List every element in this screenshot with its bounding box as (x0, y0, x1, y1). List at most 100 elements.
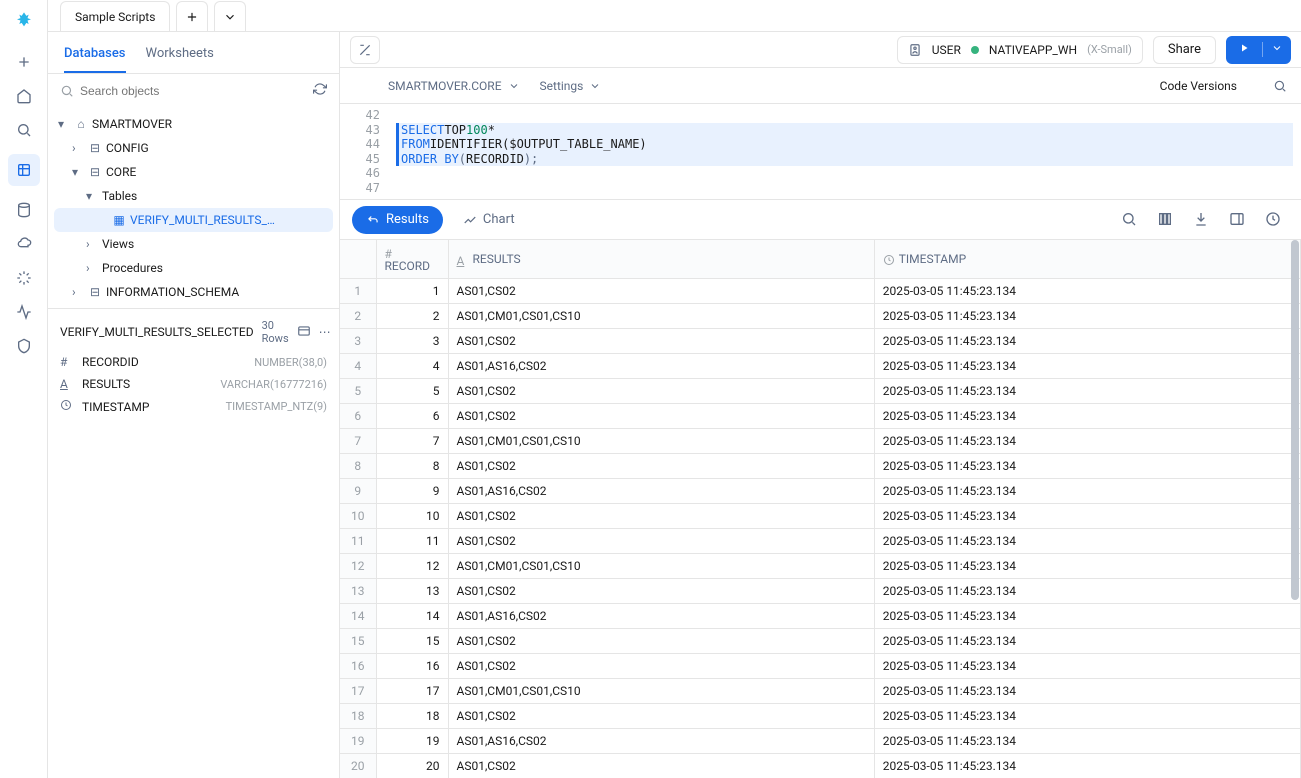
tree-node-table-selected[interactable]: ▦VERIFY_MULTI_RESULTS_SELECT... (54, 208, 333, 232)
table-row[interactable]: 1919AS01,AS16,CS022025-03-05 11:45:23.13… (340, 729, 1301, 754)
cell-record[interactable]: 8 (376, 454, 448, 479)
home-icon[interactable] (14, 86, 34, 106)
cell-results[interactable]: AS01,AS16,CS02 (448, 354, 874, 379)
cell-results[interactable]: AS01,CM01,CS01,CS10 (448, 304, 874, 329)
sidebar-tab-worksheets[interactable]: Worksheets (146, 46, 214, 73)
cell-results[interactable]: AS01,CS02 (448, 404, 874, 429)
columns-icon[interactable] (1157, 211, 1175, 229)
cell-record[interactable]: 4 (376, 354, 448, 379)
col-header-results[interactable]: ARESULTS (448, 240, 874, 279)
scrollbar[interactable] (1291, 240, 1299, 778)
tree-node-procedures[interactable]: ›Procedures (48, 256, 339, 280)
cell-results[interactable]: AS01,CS02 (448, 279, 874, 304)
cell-record[interactable]: 12 (376, 554, 448, 579)
table-row[interactable]: 99AS01,AS16,CS022025-03-05 11:45:23.134 (340, 479, 1301, 504)
panel-icon[interactable] (1229, 211, 1247, 229)
context-database[interactable]: SMARTMOVER.CORE (388, 79, 520, 93)
table-row[interactable]: 11AS01,CS022025-03-05 11:45:23.134 (340, 279, 1301, 304)
cell-timestamp[interactable]: 2025-03-05 11:45:23.134 (874, 654, 1300, 679)
cell-results[interactable]: AS01,CS02 (448, 454, 874, 479)
table-row[interactable]: 44AS01,AS16,CS022025-03-05 11:45:23.134 (340, 354, 1301, 379)
cell-timestamp[interactable]: 2025-03-05 11:45:23.134 (874, 579, 1300, 604)
cell-results[interactable]: AS01,CM01,CS01,CS10 (448, 429, 874, 454)
table-row[interactable]: 1313AS01,CS022025-03-05 11:45:23.134 (340, 579, 1301, 604)
cell-timestamp[interactable]: 2025-03-05 11:45:23.134 (874, 604, 1300, 629)
col-header-record[interactable]: #RECORD (376, 240, 448, 279)
col-header-timestamp[interactable]: TIMESTAMP (874, 240, 1300, 279)
cell-timestamp[interactable]: 2025-03-05 11:45:23.134 (874, 629, 1300, 654)
cell-timestamp[interactable]: 2025-03-05 11:45:23.134 (874, 279, 1300, 304)
cell-record[interactable]: 19 (376, 729, 448, 754)
cell-timestamp[interactable]: 2025-03-05 11:45:23.134 (874, 354, 1300, 379)
cell-results[interactable]: AS01,CM01,CS01,CS10 (448, 679, 874, 704)
cell-results[interactable]: AS01,CS02 (448, 754, 874, 778)
results-tab[interactable]: Results (352, 206, 443, 234)
cloud-icon[interactable] (14, 234, 34, 254)
cell-record[interactable]: 2 (376, 304, 448, 329)
cell-record[interactable]: 11 (376, 529, 448, 554)
cell-results[interactable]: AS01,CS02 (448, 579, 874, 604)
settings-button[interactable] (350, 36, 380, 64)
table-row[interactable]: 66AS01,CS022025-03-05 11:45:23.134 (340, 404, 1301, 429)
column-row[interactable]: ARESULTSVARCHAR(16777216) (60, 373, 327, 395)
database-icon[interactable] (14, 200, 34, 220)
cell-timestamp[interactable]: 2025-03-05 11:45:23.134 (874, 404, 1300, 429)
shield-icon[interactable] (14, 336, 34, 356)
cell-timestamp[interactable]: 2025-03-05 11:45:23.134 (874, 529, 1300, 554)
table-row[interactable]: 1717AS01,CM01,CS01,CS102025-03-05 11:45:… (340, 679, 1301, 704)
cell-record[interactable]: 9 (376, 479, 448, 504)
cell-results[interactable]: AS01,AS16,CS02 (448, 729, 874, 754)
run-button[interactable] (1226, 36, 1291, 64)
cell-record[interactable]: 1 (376, 279, 448, 304)
tree-node-tables[interactable]: ▾Tables (48, 184, 339, 208)
tree-node-config[interactable]: ›⊟CONFIG (48, 136, 339, 160)
cell-results[interactable]: AS01,CS02 (448, 654, 874, 679)
worksheets-icon[interactable] (14, 160, 34, 180)
table-row[interactable]: 1111AS01,CS022025-03-05 11:45:23.134 (340, 529, 1301, 554)
cell-record[interactable]: 16 (376, 654, 448, 679)
cell-timestamp[interactable]: 2025-03-05 11:45:23.134 (874, 679, 1300, 704)
tab-dropdown[interactable] (214, 1, 246, 31)
cell-record[interactable]: 7 (376, 429, 448, 454)
cell-timestamp[interactable]: 2025-03-05 11:45:23.134 (874, 504, 1300, 529)
results-grid-wrap[interactable]: #RECORD ARESULTS TIMESTAMP 11AS01,CS0220… (340, 240, 1301, 778)
more-icon[interactable]: ⋯ (319, 325, 331, 339)
cell-timestamp[interactable]: 2025-03-05 11:45:23.134 (874, 379, 1300, 404)
cell-record[interactable]: 6 (376, 404, 448, 429)
tab-sample-scripts[interactable]: Sample Scripts (60, 1, 170, 31)
code-line[interactable] (396, 108, 1293, 123)
code-line[interactable] (396, 181, 1293, 196)
cell-results[interactable]: AS01,AS16,CS02 (448, 479, 874, 504)
search-input[interactable] (80, 84, 307, 98)
cell-timestamp[interactable]: 2025-03-05 11:45:23.134 (874, 304, 1300, 329)
tree-node-core[interactable]: ▾⊟CORE (48, 160, 339, 184)
cell-timestamp[interactable]: 2025-03-05 11:45:23.134 (874, 329, 1300, 354)
sql-editor[interactable]: 424344454647 SELECT TOP 100 *FROM IDENTI… (340, 104, 1301, 200)
cell-record[interactable]: 5 (376, 379, 448, 404)
cell-timestamp[interactable]: 2025-03-05 11:45:23.134 (874, 479, 1300, 504)
cell-results[interactable]: AS01,CM01,CS01,CS10 (448, 554, 874, 579)
col-header-index[interactable] (340, 240, 376, 279)
code-line[interactable]: FROM IDENTIFIER($OUTPUT_TABLE_NAME) (396, 137, 1293, 152)
chart-tab[interactable]: Chart (449, 206, 529, 234)
tree-node-views[interactable]: ›Views (48, 232, 339, 256)
chevron-down-icon[interactable] (1262, 42, 1291, 57)
table-row[interactable]: 1212AS01,CM01,CS01,CS102025-03-05 11:45:… (340, 554, 1301, 579)
table-row[interactable]: 2020AS01,CS022025-03-05 11:45:23.134 (340, 754, 1301, 778)
share-button[interactable]: Share (1153, 36, 1216, 64)
code-line[interactable]: SELECT TOP 100 * (396, 123, 1293, 138)
table-row[interactable]: 1818AS01,CS022025-03-05 11:45:23.134 (340, 704, 1301, 729)
cell-results[interactable]: AS01,CS02 (448, 329, 874, 354)
preview-icon[interactable] (297, 324, 311, 341)
cell-results[interactable]: AS01,CS02 (448, 704, 874, 729)
download-icon[interactable] (1193, 211, 1211, 229)
cell-timestamp[interactable]: 2025-03-05 11:45:23.134 (874, 704, 1300, 729)
tree-node-smartmover[interactable]: ▾⌂SMARTMOVER (48, 112, 339, 136)
cell-timestamp[interactable]: 2025-03-05 11:45:23.134 (874, 754, 1300, 778)
cell-results[interactable]: AS01,CS02 (448, 629, 874, 654)
search-results-icon[interactable] (1121, 211, 1139, 229)
cell-results[interactable]: AS01,CS02 (448, 379, 874, 404)
cell-results[interactable]: AS01,CS02 (448, 529, 874, 554)
context-settings[interactable]: Settings (540, 79, 602, 93)
cell-record[interactable]: 3 (376, 329, 448, 354)
